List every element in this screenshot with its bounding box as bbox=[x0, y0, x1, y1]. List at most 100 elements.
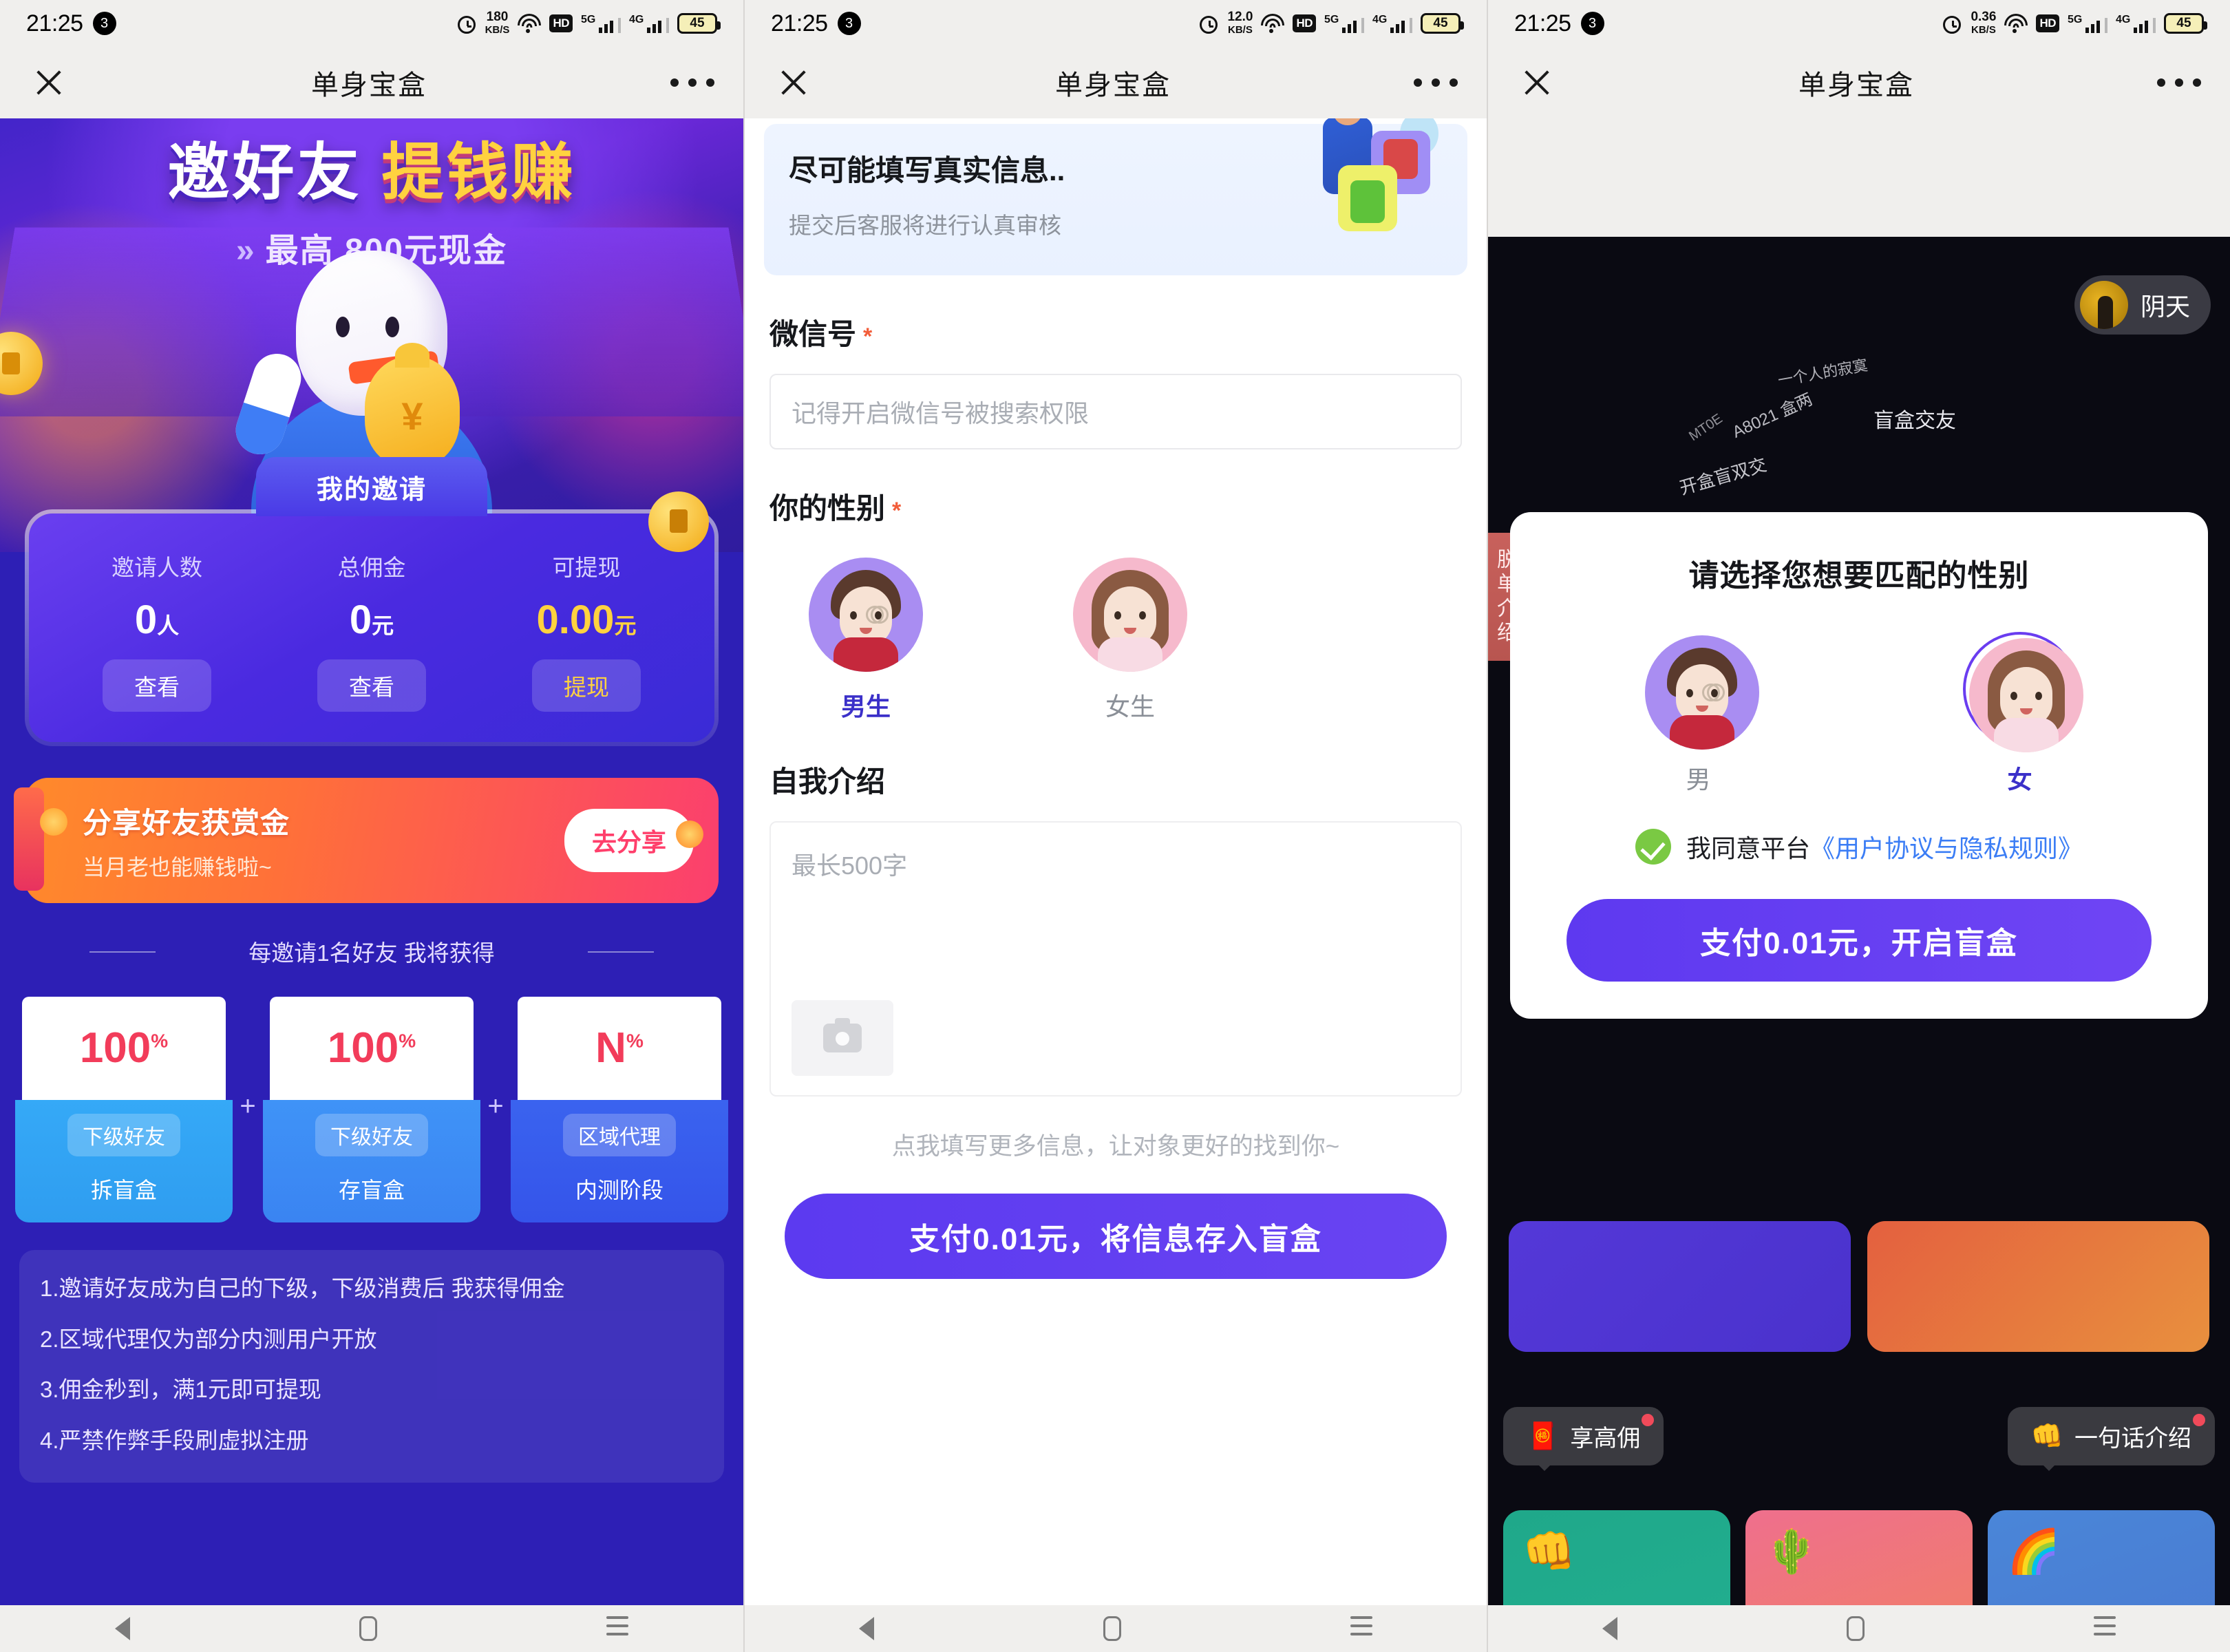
close-icon[interactable] bbox=[29, 63, 67, 102]
notice-title: 尽可能填写真实信息.. bbox=[789, 154, 1065, 187]
blindbox-home-body: 阴天 一个人的寂寞 A8021 盒两 盲盒交友 MT0E 开盒盲双交 铲车出租 … bbox=[1488, 237, 2230, 1652]
share-friends-banner[interactable]: 分享好友获赏金 当月老也能赚钱啦~ 去分享 bbox=[14, 778, 719, 903]
self-intro-field-group: 自我介绍 最长500字 bbox=[769, 759, 1462, 1097]
wechat-field-group: 微信号 * 记得开启微信号被搜索权限 bbox=[769, 311, 1462, 449]
title-bar-3: 单身宝盒 bbox=[1488, 47, 2230, 118]
close-icon[interactable] bbox=[1517, 63, 1555, 102]
stat-withdrawable: 可提现 0.00元 提现 bbox=[479, 549, 694, 712]
background-card-orange[interactable] bbox=[1867, 1221, 2209, 1352]
self-intro-textarea[interactable]: 最长500字 bbox=[769, 821, 1462, 1097]
gender-match-modal: 请选择您想要匹配的性别 男 女 我同意平台《用户协议与隐私规则》 支付0.01元… bbox=[1510, 512, 2208, 1019]
back-triangle-icon[interactable] bbox=[1602, 1617, 1618, 1640]
tip-bubble-commission[interactable]: 🧧 享高佣 bbox=[1503, 1407, 1664, 1471]
sphere-node[interactable]: MT0E bbox=[1686, 411, 1725, 445]
rule-item: 1.邀请好友成为自己的下级，下级消费后 我获得佣金 bbox=[40, 1275, 565, 1301]
view-invite-count-button[interactable]: 查看 bbox=[103, 659, 211, 712]
android-nav-bar-1 bbox=[0, 1605, 743, 1652]
invite-page-body: 邀好友 提钱赚 » 最高 800元现金 ¥ 我的邀请 邀请人数 0人 查看 总佣… bbox=[0, 118, 743, 1605]
signal-5g-icon: 5G bbox=[581, 14, 621, 33]
battery-icon: 45 bbox=[1421, 13, 1464, 34]
plus-sign: + bbox=[240, 1090, 256, 1121]
red-dot-badge bbox=[1642, 1414, 1655, 1426]
more-icon[interactable] bbox=[2157, 78, 2201, 87]
wifi-icon bbox=[1261, 14, 1285, 33]
modal-gender-option-female[interactable]: 女 bbox=[1948, 632, 2092, 796]
notification-count-badge: 3 bbox=[837, 12, 861, 35]
modal-pay-button[interactable]: 支付0.01元，开启盲盒 bbox=[1567, 899, 2152, 982]
back-triangle-icon[interactable] bbox=[859, 1617, 875, 1640]
fist-icon: 👊 bbox=[1522, 1528, 1576, 1576]
tier-sub: 内测阶段 bbox=[575, 1178, 663, 1203]
signal-4g-icon: 4G bbox=[629, 14, 669, 33]
status-right-3: 0.36 KB/S HD 5G 4G 45 bbox=[1942, 10, 2207, 36]
more-info-hint[interactable]: 点我填写更多信息，让对象更好的找到你~ bbox=[745, 1127, 1487, 1162]
menu-lines-icon[interactable] bbox=[1350, 1616, 1372, 1641]
back-triangle-icon[interactable] bbox=[114, 1617, 130, 1640]
sphere-node[interactable]: 开盒盲双交 bbox=[1676, 451, 1769, 500]
status-left-2: 21:25 3 bbox=[771, 10, 861, 37]
screen-profile-form: 21:25 3 12.0 KB/S HD 5G 4G 45 单身宝盒 尽可能填写真… bbox=[743, 0, 1487, 1652]
photo-upload-button[interactable] bbox=[792, 1000, 893, 1076]
tip-bubbles: 🧧 享高佣 👊 一句话介绍 bbox=[1503, 1407, 2215, 1471]
more-icon[interactable] bbox=[1414, 78, 1458, 87]
screen-invite-page: 21:25 3 180 KB/S HD 5G 4G 45 单身宝盒 邀好友 提钱… bbox=[0, 0, 743, 1652]
my-invite-tab-label: 我的邀请 bbox=[256, 457, 487, 516]
tier-card: 100% 下级好友 拆盲盒 bbox=[15, 990, 233, 1222]
home-rect-icon[interactable] bbox=[1846, 1616, 1865, 1641]
stat-label: 总佣金 bbox=[337, 555, 406, 580]
view-commission-button[interactable]: 查看 bbox=[317, 659, 426, 712]
three-phone-screenshots: 21:25 3 180 KB/S HD 5G 4G 45 单身宝盒 邀好友 提钱… bbox=[0, 0, 2230, 1652]
signal-5g-icon: 5G bbox=[2068, 14, 2107, 33]
gender-label-female: 女生 bbox=[1105, 692, 1155, 721]
network-speed: 0.36 KB/S bbox=[1971, 10, 1997, 36]
close-icon[interactable] bbox=[774, 63, 812, 102]
home-rect-icon[interactable] bbox=[1103, 1616, 1121, 1641]
wifi-icon bbox=[518, 14, 542, 33]
more-icon[interactable] bbox=[670, 78, 714, 87]
page-title: 单身宝盒 bbox=[311, 70, 427, 100]
red-dot-badge bbox=[2193, 1414, 2205, 1426]
gender-option-female[interactable]: 女生 bbox=[1065, 558, 1195, 723]
agreement-link[interactable]: 《用户协议与隐私规则》 bbox=[1810, 834, 2083, 862]
male-avatar-icon bbox=[809, 558, 923, 672]
stat-value: 0元 bbox=[349, 597, 394, 642]
share-banner-subtitle: 当月老也能赚钱啦~ bbox=[83, 854, 272, 880]
form-notice-card: 尽可能填写真实信息.. 提交后客服将进行认真审核 bbox=[764, 118, 1467, 275]
tier-chip: 下级好友 bbox=[67, 1114, 180, 1156]
decor-dot bbox=[676, 820, 703, 848]
android-nav-bar-2 bbox=[745, 1605, 1487, 1652]
agreement-checkbox[interactable] bbox=[1635, 829, 1671, 865]
tip-bubble-intro[interactable]: 👊 一句话介绍 bbox=[2007, 1407, 2215, 1471]
withdraw-button[interactable]: 提现 bbox=[532, 659, 641, 712]
notice-subtitle: 提交后客服将进行认真审核 bbox=[789, 213, 1061, 238]
stat-label: 可提现 bbox=[552, 555, 621, 580]
background-card-purple[interactable] bbox=[1509, 1221, 1851, 1352]
signal-4g-icon: 4G bbox=[2116, 14, 2156, 33]
self-intro-label: 自我介绍 bbox=[769, 765, 886, 798]
status-left-3: 21:25 3 bbox=[1514, 10, 1604, 37]
self-intro-placeholder: 最长500字 bbox=[792, 851, 908, 880]
menu-lines-icon[interactable] bbox=[2093, 1616, 2116, 1641]
stat-value: 0.00元 bbox=[536, 597, 637, 642]
menu-lines-icon[interactable] bbox=[606, 1616, 629, 1641]
tier-heading: 每邀请1名好友 我将获得 bbox=[0, 935, 743, 968]
status-bar-3: 21:25 3 0.36 KB/S HD 5G 4G 45 bbox=[1488, 0, 2230, 47]
female-avatar-icon bbox=[1968, 638, 2083, 752]
rule-item: 4.严禁作弊手段刷虚拟注册 bbox=[40, 1427, 309, 1453]
cactus-icon: 🌵 bbox=[1765, 1528, 1818, 1576]
sphere-node[interactable]: 盲盒交友 bbox=[1873, 403, 1956, 434]
home-rect-icon[interactable] bbox=[359, 1616, 377, 1641]
hd-voice-icon: HD bbox=[549, 14, 573, 32]
sphere-node[interactable]: 一个人的寂寞 bbox=[1776, 353, 1869, 390]
gender-field-group: 你的性别 * 男生 女生 bbox=[769, 485, 1462, 723]
share-banner-title: 分享好友获赏金 bbox=[83, 806, 290, 839]
stat-invite-count: 邀请人数 0人 查看 bbox=[50, 549, 264, 712]
modal-gender-option-male[interactable]: 男 bbox=[1626, 632, 1771, 796]
background-cards bbox=[1509, 1221, 2209, 1352]
wechat-input[interactable]: 记得开启微信号被搜索权限 bbox=[769, 374, 1462, 449]
submit-pay-button[interactable]: 支付0.01元，将信息存入盲盒 bbox=[785, 1194, 1447, 1279]
sphere-node[interactable]: A8021 盒两 bbox=[1728, 385, 1816, 442]
gender-option-male[interactable]: 男生 bbox=[801, 558, 931, 723]
tier-card: N% 区域代理 内测阶段 bbox=[511, 990, 728, 1222]
go-share-button[interactable]: 去分享 bbox=[564, 809, 694, 872]
